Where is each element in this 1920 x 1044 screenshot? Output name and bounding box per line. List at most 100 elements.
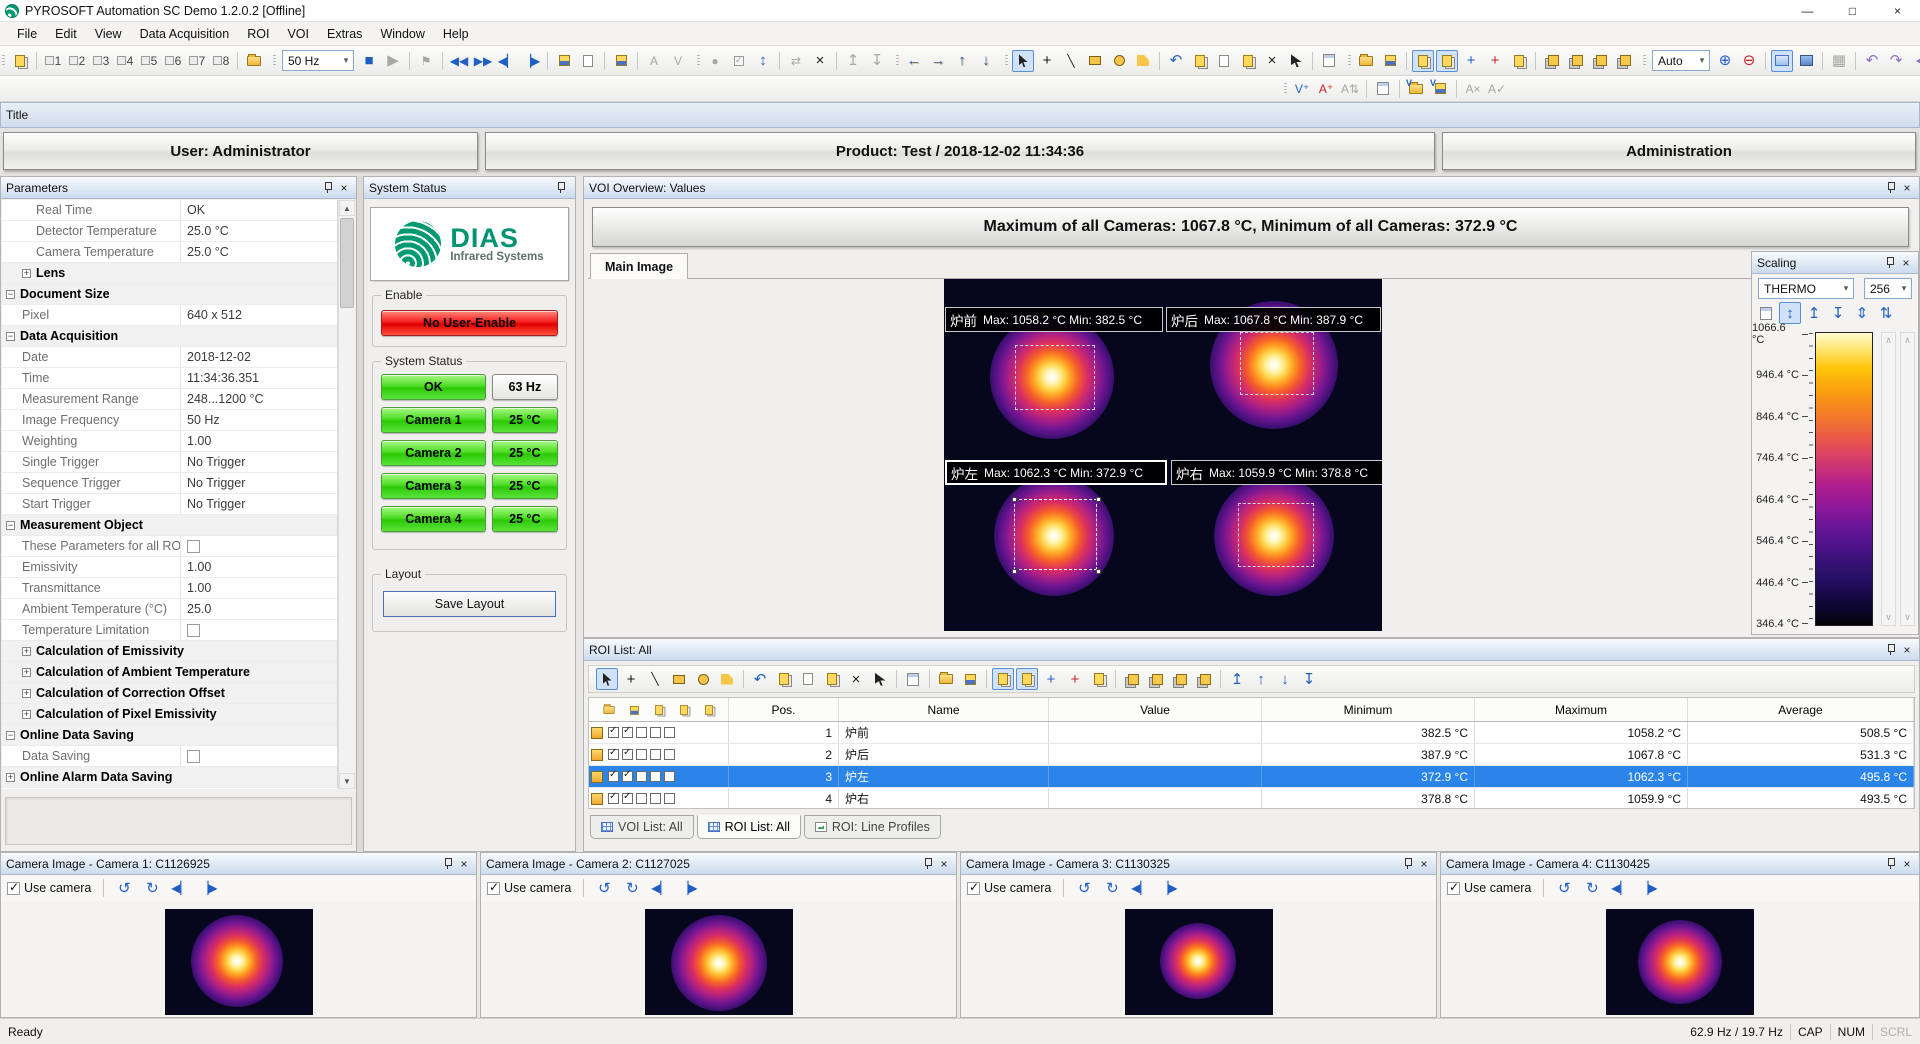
confirm-box-icon[interactable] xyxy=(728,50,750,72)
close-icon[interactable]: × xyxy=(1899,256,1913,270)
pin-icon[interactable] xyxy=(1885,256,1896,269)
select-all-rois-icon[interactable] xyxy=(1285,50,1307,72)
parameters-scrollbar[interactable]: ▲ ▼ xyxy=(338,200,355,789)
param-value[interactable]: 1.00 xyxy=(180,557,337,577)
roi-color-swatch[interactable] xyxy=(591,771,603,783)
move-down-icon[interactable]: ↓ xyxy=(1274,668,1296,690)
checkbox[interactable] xyxy=(187,750,200,763)
param-value[interactable]: 50 Hz xyxy=(180,410,337,430)
paste-roi-icon[interactable] xyxy=(797,668,819,690)
roi-properties-icon[interactable] xyxy=(902,668,924,690)
rotate-cw-icon[interactable]: ↻ xyxy=(141,877,163,899)
tab-main-image[interactable]: Main Image xyxy=(590,253,688,279)
layout-4-icon[interactable]: 4 xyxy=(114,50,136,72)
voi-properties-icon[interactable] xyxy=(1372,78,1394,100)
roi-box[interactable] xyxy=(1238,503,1314,567)
pin-icon[interactable] xyxy=(1886,857,1897,870)
param-group-row[interactable]: −Online Data Saving xyxy=(2,725,337,746)
roi-color-swatch[interactable] xyxy=(591,793,603,805)
save-layout-button[interactable]: Save Layout xyxy=(383,591,556,617)
delete-roi-icon[interactable]: × xyxy=(1261,50,1283,72)
copy-roi-icon[interactable] xyxy=(773,668,795,690)
roi-color-swatch[interactable] xyxy=(591,749,603,761)
checkbox[interactable] xyxy=(636,771,647,782)
collapse-icon[interactable]: − xyxy=(6,290,15,299)
show-roi-values-icon[interactable] xyxy=(1412,50,1434,72)
scale-compress-icon[interactable]: ⇅ xyxy=(1875,302,1897,324)
checkbox[interactable] xyxy=(622,749,633,760)
scale-auto-icon[interactable]: ↕ xyxy=(1779,302,1801,324)
col-label-icon[interactable] xyxy=(675,701,693,719)
scroll-down-icon[interactable]: ▼ xyxy=(339,773,355,789)
param-value[interactable] xyxy=(180,746,337,766)
layout-8-icon[interactable]: 8 xyxy=(210,50,232,72)
param-group-row[interactable]: −Data Acquisition xyxy=(2,326,337,347)
step-forward-icon[interactable]: ▕▶ xyxy=(197,877,219,899)
menu-item-view[interactable]: View xyxy=(86,22,131,46)
param-row[interactable]: Pixel640 x 512 xyxy=(2,305,337,326)
col-value-icon[interactable] xyxy=(700,701,718,719)
roi-label[interactable]: 炉左Max: 1062.3 °C Min: 372.9 °C xyxy=(945,460,1167,485)
move-bottom-icon[interactable]: ↧ xyxy=(1298,668,1320,690)
param-group-row[interactable]: −Measurement Object xyxy=(2,515,337,536)
checkbox[interactable] xyxy=(187,540,200,553)
step-forward-icon[interactable]: ▕▶ xyxy=(677,877,699,899)
save-rois-icon[interactable] xyxy=(1379,50,1401,72)
select-cursor-icon[interactable] xyxy=(1012,50,1034,72)
send-backward-icon[interactable] xyxy=(1193,668,1215,690)
param-value[interactable] xyxy=(180,536,337,556)
draw-line-icon[interactable]: ╲ xyxy=(1060,50,1082,72)
param-row[interactable]: Transmittance1.00 xyxy=(2,578,337,599)
checkbox[interactable] xyxy=(608,749,619,760)
column-header-minimum[interactable]: Minimum xyxy=(1262,698,1475,721)
param-value[interactable]: 2018-12-02 xyxy=(180,347,337,367)
text-v-icon[interactable]: V xyxy=(667,50,689,72)
scaling-properties-icon[interactable] xyxy=(1755,302,1777,324)
step-forward-icon[interactable]: ▕▶ xyxy=(1157,877,1179,899)
scroll-up-icon[interactable]: ▲ xyxy=(339,200,355,216)
checkbox[interactable] xyxy=(664,749,675,760)
checkbox[interactable] xyxy=(608,771,619,782)
load-rois-icon[interactable] xyxy=(1355,50,1377,72)
layout-6-icon[interactable]: 6 xyxy=(162,50,184,72)
use-camera-checkbox[interactable] xyxy=(1447,882,1460,895)
step-back-icon[interactable]: ◀▏ xyxy=(1609,877,1631,899)
step-forward-icon[interactable]: ▕▶ xyxy=(1637,877,1659,899)
menu-item-help[interactable]: Help xyxy=(434,22,478,46)
range-top-icon[interactable]: ↥ xyxy=(842,50,864,72)
roi-table-row[interactable]: 1炉前382.5 °C1058.2 °C508.5 °C xyxy=(589,722,1914,744)
roi-box-selected[interactable] xyxy=(1014,499,1097,570)
step-back-icon[interactable]: ◀▏ xyxy=(649,877,671,899)
param-value[interactable] xyxy=(180,620,337,640)
column-header-value[interactable]: Value xyxy=(1049,698,1262,721)
rotate-cw-icon[interactable]: ↻ xyxy=(621,877,643,899)
column-header-pos[interactable]: Pos. xyxy=(729,698,839,721)
draw-point-icon[interactable]: + xyxy=(1036,50,1058,72)
param-group-row[interactable]: +Calculation of Ambient Temperature xyxy=(2,662,337,683)
move-right-icon[interactable]: → xyxy=(927,50,949,72)
enable-button[interactable]: No User-Enable xyxy=(381,310,558,336)
maximize-button[interactable]: □ xyxy=(1830,0,1875,22)
flip-horizontal-icon[interactable] xyxy=(1909,50,1920,72)
param-row[interactable]: Real TimeOK xyxy=(2,200,337,221)
expand-icon[interactable]: + xyxy=(22,689,31,698)
use-camera-checkbox[interactable] xyxy=(7,882,20,895)
column-header-average[interactable]: Average xyxy=(1688,698,1914,721)
save-roi-list-icon[interactable] xyxy=(625,701,643,719)
draw-rect-icon[interactable] xyxy=(668,668,690,690)
use-camera-checkbox[interactable] xyxy=(967,882,980,895)
checkbox[interactable] xyxy=(636,749,647,760)
tab-roi-line-profiles[interactable]: ROI: Line Profiles xyxy=(804,815,941,839)
camera-thermal-image[interactable] xyxy=(645,909,793,1015)
scale-min-icon[interactable]: ↥ xyxy=(1803,302,1825,324)
pin-icon[interactable] xyxy=(323,181,334,194)
rotate-ccw-icon[interactable]: ↺ xyxy=(113,877,135,899)
save-single-image-icon[interactable] xyxy=(577,50,599,72)
zoom-out-icon[interactable]: ⊖ xyxy=(1738,50,1760,72)
param-row[interactable]: Weighting1.00 xyxy=(2,431,337,452)
param-row[interactable]: Single TriggerNo Trigger xyxy=(2,452,337,473)
checkbox[interactable] xyxy=(664,727,675,738)
checkbox[interactable] xyxy=(622,727,633,738)
layout-2-icon[interactable]: 2 xyxy=(66,50,88,72)
use-camera-checkbox[interactable] xyxy=(487,882,500,895)
